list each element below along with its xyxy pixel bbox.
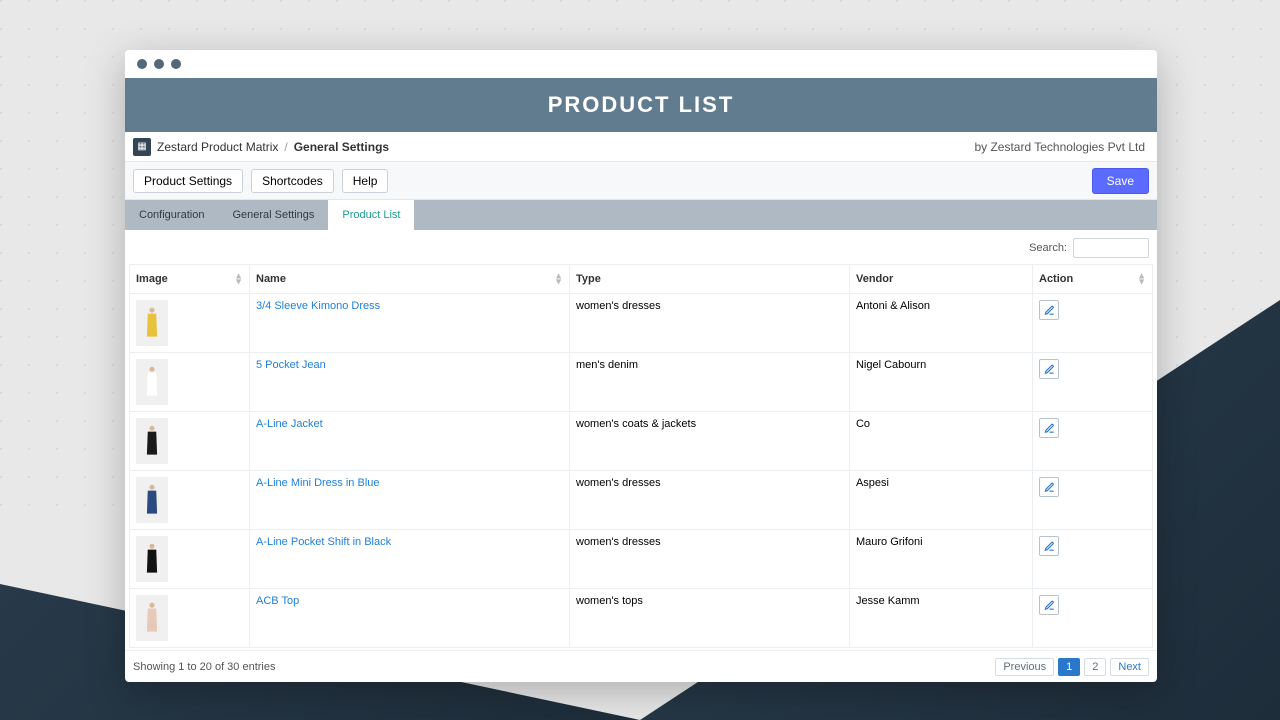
breadcrumb-app[interactable]: Zestard Product Matrix [157, 140, 278, 154]
sort-icon: ▲▼ [234, 273, 243, 286]
cell-action [1033, 353, 1153, 412]
tab-general-settings[interactable]: General Settings [218, 200, 328, 230]
breadcrumb: ▦ Zestard Product Matrix / General Setti… [125, 132, 1157, 162]
table-row: 5 Pocket Jean men's denimNigel Cabourn [130, 353, 1153, 412]
product-thumbnail[interactable] [136, 595, 168, 641]
page-1[interactable]: 1 [1058, 658, 1080, 676]
cell-name: A-Line Pocket Shift in Black [250, 530, 570, 589]
cell-type: women's dresses [570, 471, 850, 530]
shortcodes-button[interactable]: Shortcodes [251, 169, 334, 193]
table-row: A-Line Jacket women's coats & jacketsCo [130, 412, 1153, 471]
product-thumbnail[interactable] [136, 477, 168, 523]
product-thumbnail[interactable] [136, 536, 168, 582]
product-table-wrap: Image ▲▼ Name ▲▼ Type Vendor Action [125, 264, 1157, 650]
product-name-link[interactable]: A-Line Jacket [256, 418, 323, 430]
page-next[interactable]: Next [1110, 658, 1149, 676]
app-window: PRODUCT LIST ▦ Zestard Product Matrix / … [125, 50, 1157, 682]
toolbar: Product Settings Shortcodes Help Save [125, 162, 1157, 200]
cell-vendor: Antoni & Alison [849, 294, 1032, 353]
edit-action-button[interactable] [1039, 418, 1059, 438]
th-action[interactable]: Action ▲▼ [1033, 265, 1153, 294]
banner-title: PRODUCT LIST [548, 92, 735, 118]
cell-name: ACB Top [250, 589, 570, 648]
table-row: ACB Top women's topsJesse Kamm [130, 589, 1153, 648]
cell-image [130, 294, 250, 353]
cell-type: women's coats & jackets [570, 412, 850, 471]
table-row: A-Line Mini Dress in Blue women's dresses… [130, 471, 1153, 530]
search-row: Search: [125, 230, 1157, 264]
cell-action [1033, 530, 1153, 589]
tab-configuration[interactable]: Configuration [125, 200, 218, 230]
cell-vendor: Co [849, 412, 1032, 471]
table-row: A-Line Pocket Shift in Black women's dres… [130, 530, 1153, 589]
app-logo-icon: ▦ [133, 138, 151, 156]
cell-type: women's dresses [570, 530, 850, 589]
edit-action-button[interactable] [1039, 536, 1059, 556]
edit-action-button[interactable] [1039, 359, 1059, 379]
page-previous[interactable]: Previous [995, 658, 1054, 676]
product-name-link[interactable]: 3/4 Sleeve Kimono Dress [256, 300, 380, 312]
product-name-link[interactable]: 5 Pocket Jean [256, 359, 326, 371]
tabs: Configuration General Settings Product L… [125, 200, 1157, 230]
window-dot[interactable] [154, 59, 164, 69]
breadcrumb-page: General Settings [294, 140, 389, 154]
th-type[interactable]: Type [570, 265, 850, 294]
cell-action [1033, 412, 1153, 471]
cell-vendor: Mauro Grifoni [849, 530, 1032, 589]
edit-action-button[interactable] [1039, 477, 1059, 497]
page-banner: PRODUCT LIST [125, 78, 1157, 132]
save-button[interactable]: Save [1092, 168, 1149, 194]
cell-vendor: Jesse Kamm [849, 589, 1032, 648]
cell-image [130, 353, 250, 412]
th-vendor[interactable]: Vendor [849, 265, 1032, 294]
cell-image [130, 412, 250, 471]
cell-vendor: Aspesi [849, 471, 1032, 530]
product-thumbnail[interactable] [136, 418, 168, 464]
table-footer: Showing 1 to 20 of 30 entries Previous 1… [125, 650, 1157, 682]
vendor-credit: by Zestard Technologies Pvt Ltd [974, 140, 1149, 154]
sort-icon: ▲▼ [554, 273, 563, 286]
cell-vendor: Nigel Cabourn [849, 353, 1032, 412]
cell-type: women's tops [570, 589, 850, 648]
cell-name: A-Line Mini Dress in Blue [250, 471, 570, 530]
product-name-link[interactable]: ACB Top [256, 595, 299, 607]
cell-type: men's denim [570, 353, 850, 412]
cell-name: 5 Pocket Jean [250, 353, 570, 412]
search-input[interactable] [1073, 238, 1149, 258]
window-titlebar [125, 50, 1157, 78]
table-row: 3/4 Sleeve Kimono Dress women's dressesAn… [130, 294, 1153, 353]
cell-name: A-Line Jacket [250, 412, 570, 471]
cell-image [130, 471, 250, 530]
product-table: Image ▲▼ Name ▲▼ Type Vendor Action [129, 264, 1153, 648]
showing-entries: Showing 1 to 20 of 30 entries [133, 661, 275, 673]
th-image[interactable]: Image ▲▼ [130, 265, 250, 294]
cell-image [130, 589, 250, 648]
window-dot[interactable] [137, 59, 147, 69]
tab-product-list[interactable]: Product List [328, 200, 414, 230]
help-button[interactable]: Help [342, 169, 389, 193]
pagination: Previous 1 2 Next [995, 658, 1149, 676]
product-thumbnail[interactable] [136, 359, 168, 405]
cell-action [1033, 471, 1153, 530]
breadcrumb-separator: / [284, 140, 287, 154]
product-name-link[interactable]: A-Line Pocket Shift in Black [256, 536, 391, 548]
product-thumbnail[interactable] [136, 300, 168, 346]
cell-action [1033, 589, 1153, 648]
edit-action-button[interactable] [1039, 595, 1059, 615]
page-2[interactable]: 2 [1084, 658, 1106, 676]
cell-image [130, 530, 250, 589]
sort-icon: ▲▼ [1137, 273, 1146, 286]
product-name-link[interactable]: A-Line Mini Dress in Blue [256, 477, 380, 489]
cell-type: women's dresses [570, 294, 850, 353]
window-dot[interactable] [171, 59, 181, 69]
cell-action [1033, 294, 1153, 353]
search-label: Search: [1029, 242, 1067, 254]
cell-name: 3/4 Sleeve Kimono Dress [250, 294, 570, 353]
edit-action-button[interactable] [1039, 300, 1059, 320]
th-name[interactable]: Name ▲▼ [250, 265, 570, 294]
product-settings-button[interactable]: Product Settings [133, 169, 243, 193]
